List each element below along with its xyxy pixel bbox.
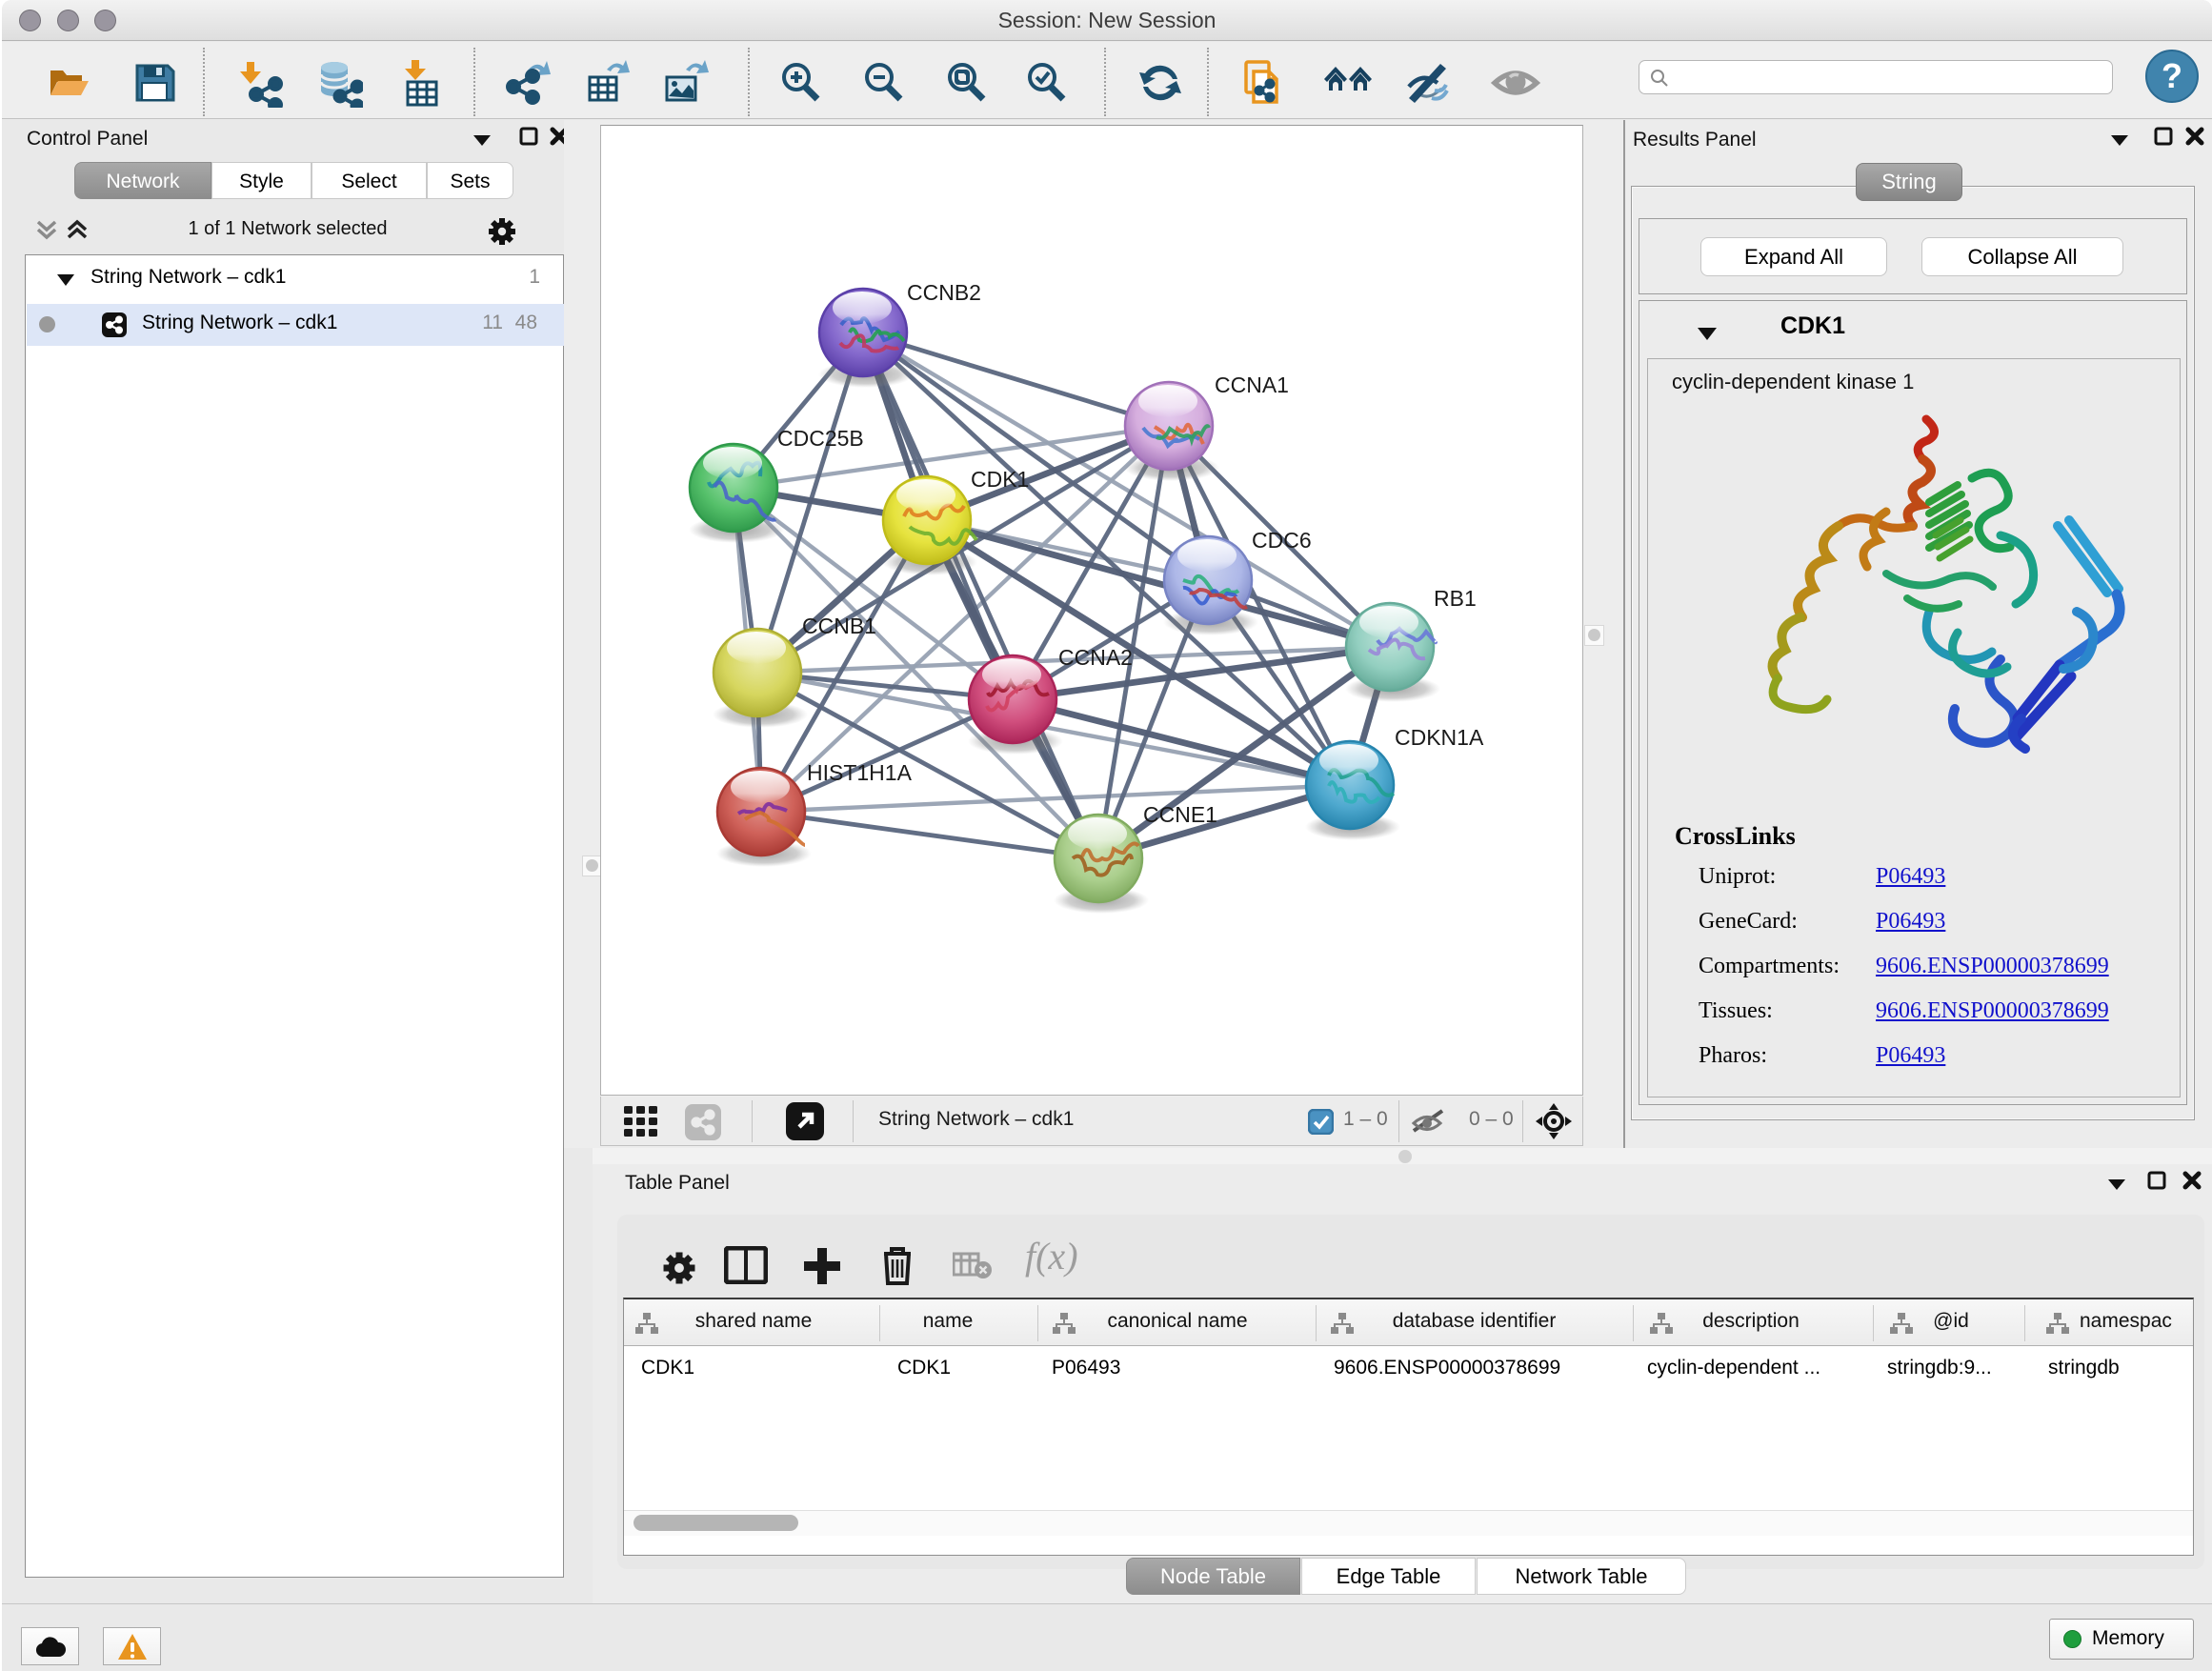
svg-text:CCNB1: CCNB1 [802, 614, 876, 638]
svg-text:CDC6: CDC6 [1252, 528, 1312, 553]
svg-text:?: ? [2162, 56, 2182, 95]
svg-text:CCNB2: CCNB2 [907, 280, 981, 305]
svg-text:CDK1: CDK1 [971, 467, 1029, 492]
svg-text:CCNA1: CCNA1 [1215, 372, 1289, 397]
svg-text:HIST1H1A: HIST1H1A [807, 760, 913, 785]
svg-text:CCNA2: CCNA2 [1058, 645, 1133, 670]
svg-text:CDKN1A: CDKN1A [1395, 725, 1484, 750]
svg-text:CCNE1: CCNE1 [1143, 802, 1217, 827]
svg-text:CDC25B: CDC25B [777, 426, 864, 451]
svg-text:RB1: RB1 [1434, 586, 1477, 611]
